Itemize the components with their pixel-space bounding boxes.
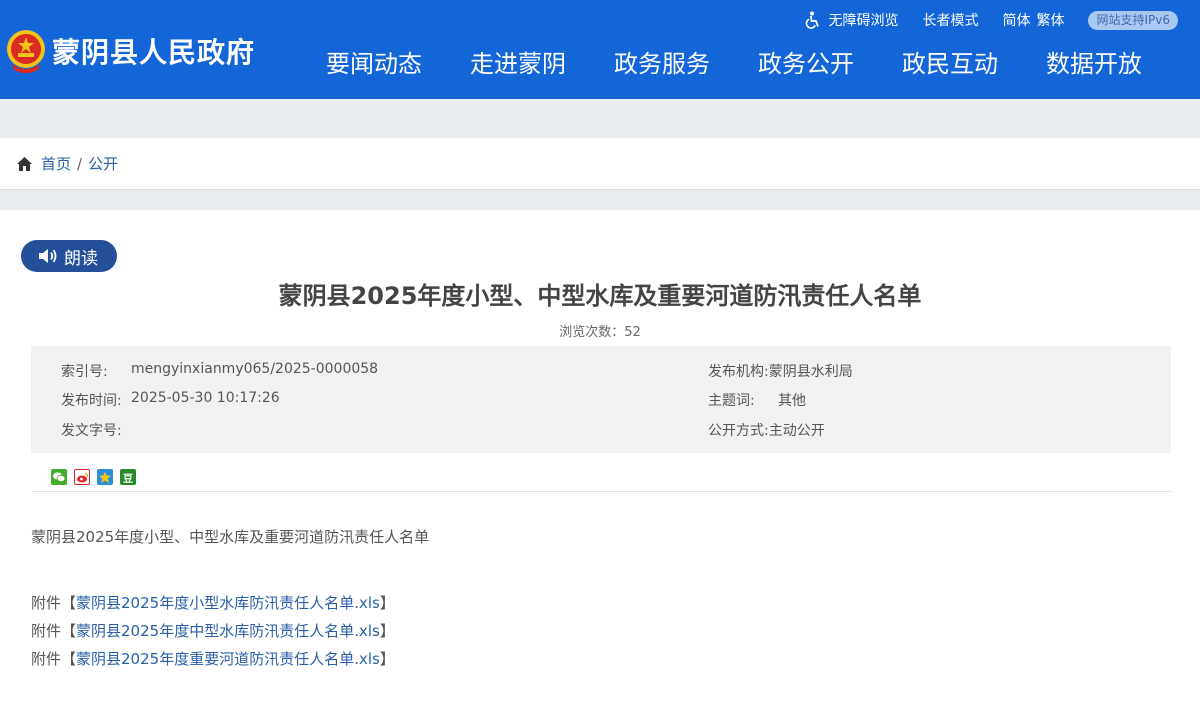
attachment-link-medium-reservoir[interactable]: 蒙阴县2025年度中型水库防汛责任人名单.xls <box>76 622 380 640</box>
article-body: 蒙阴县2025年度小型、中型水库及重要河道防汛责任人名单 <box>31 528 430 546</box>
traditional-chinese-link[interactable]: 繁体 <box>1036 10 1064 30</box>
speaker-icon <box>39 249 57 263</box>
elder-mode-link[interactable]: 长者模式 <box>922 10 978 30</box>
attachment-prefix: 附件【 <box>31 650 77 668</box>
article-meta: 索引号: mengyinxianmy065/2025-0000058 发布时间:… <box>31 346 1171 453</box>
attachment-prefix: 附件【 <box>31 594 77 612</box>
national-emblem-icon <box>7 30 45 73</box>
breadcrumb-separator: / <box>77 154 83 173</box>
view-count-value: 52 <box>624 325 641 340</box>
attachment-suffix: 】 <box>379 622 395 640</box>
simplified-chinese-link[interactable]: 简体 <box>1002 10 1030 30</box>
view-count-label: 浏览次数： <box>559 325 625 340</box>
read-aloud-button[interactable]: 朗读 <box>21 240 117 272</box>
attachment-prefix: 附件【 <box>31 622 77 640</box>
meta-index: 索引号: mengyinxianmy065/2025-0000058 <box>61 361 378 381</box>
meta-topic-value: 其他 <box>778 393 806 409</box>
meta-index-label: 索引号: <box>61 364 108 380</box>
attachment-item: 附件【蒙阴县2025年度小型水库防汛责任人名单.xls】 <box>31 592 395 613</box>
site-header: 蒙阴县人民政府 无障碍浏览 长者模式 简体 繁体 网站支持IPv6 要闻动态 走… <box>0 0 1200 99</box>
meta-organization-value: 蒙阴县水利局 <box>768 364 853 380</box>
attachment-link-small-reservoir[interactable]: 蒙阴县2025年度小型水库防汛责任人名单.xls <box>76 594 380 612</box>
weibo-icon[interactable] <box>74 469 90 485</box>
meta-topic-label: 主题词: <box>708 393 755 409</box>
meta-open-method: 公开方式: 主动公开 <box>708 420 825 440</box>
meta-publish-time-value: 2025-05-30 10:17:26 <box>131 390 280 406</box>
meta-doc-number: 发文字号: <box>61 420 131 440</box>
meta-topic: 主题词: 其他 <box>708 390 806 410</box>
nav-item-open-data[interactable]: 数据开放 <box>1022 47 1166 81</box>
breadcrumb-home-link[interactable]: 首页 <box>41 153 71 174</box>
share-bar: 豆 <box>51 469 143 485</box>
ipv6-badge: 网站支持IPv6 <box>1088 10 1178 30</box>
site-logo[interactable]: 蒙阴县人民政府 <box>6 28 255 74</box>
nav-item-services[interactable]: 政务服务 <box>590 47 734 81</box>
qzone-icon[interactable] <box>97 469 113 485</box>
nav-item-interaction[interactable]: 政民互动 <box>878 47 1022 81</box>
attachment-link-river[interactable]: 蒙阴县2025年度重要河道防汛责任人名单.xls <box>76 650 380 668</box>
douban-icon[interactable]: 豆 <box>120 469 136 485</box>
wechat-icon[interactable] <box>51 469 67 485</box>
content-divider <box>31 491 1171 492</box>
meta-index-value: mengyinxianmy065/2025-0000058 <box>131 361 379 377</box>
meta-organization: 发布机构: 蒙阴县水利局 <box>708 361 853 381</box>
view-count: 浏览次数：52 <box>0 321 1200 340</box>
attachment-suffix: 】 <box>379 650 395 668</box>
meta-organization-label: 发布机构: <box>708 364 769 380</box>
attachment-suffix: 】 <box>379 594 395 612</box>
article-card: 朗读 蒙阴县2025年度小型、中型水库及重要河道防汛责任人名单 浏览次数：52 … <box>0 210 1200 701</box>
meta-doc-number-label: 发文字号: <box>61 423 122 439</box>
nav-item-disclosure[interactable]: 政务公开 <box>734 47 878 81</box>
site-title: 蒙阴县人民政府 <box>52 36 256 69</box>
meta-open-method-value: 主动公开 <box>768 423 825 439</box>
meta-open-method-label: 公开方式: <box>708 423 769 439</box>
read-aloud-label: 朗读 <box>64 248 98 269</box>
meta-publish-time: 发布时间: 2025-05-30 10:17:26 <box>61 390 280 410</box>
attachment-item: 附件【蒙阴县2025年度重要河道防汛责任人名单.xls】 <box>31 648 395 669</box>
article-title: 蒙阴县2025年度小型、中型水库及重要河道防汛责任人名单 <box>278 282 922 310</box>
attachment-item: 附件【蒙阴县2025年度中型水库防汛责任人名单.xls】 <box>31 620 395 641</box>
home-icon <box>17 156 32 171</box>
breadcrumb-current-link[interactable]: 公开 <box>88 153 118 174</box>
nav-item-about[interactable]: 走进蒙阴 <box>446 47 590 81</box>
accessibility-link[interactable]: 无障碍浏览 <box>804 10 898 30</box>
wheelchair-icon <box>806 11 820 29</box>
meta-publish-time-label: 发布时间: <box>61 393 122 409</box>
breadcrumb: 首页 / 公开 <box>0 138 1200 190</box>
main-nav: 要闻动态 走进蒙阴 政务服务 政务公开 政民互动 数据开放 <box>302 47 1166 81</box>
nav-item-news[interactable]: 要闻动态 <box>302 47 446 81</box>
accessibility-label: 无障碍浏览 <box>828 13 899 29</box>
top-links: 无障碍浏览 长者模式 简体 繁体 网站支持IPv6 <box>804 10 1178 30</box>
